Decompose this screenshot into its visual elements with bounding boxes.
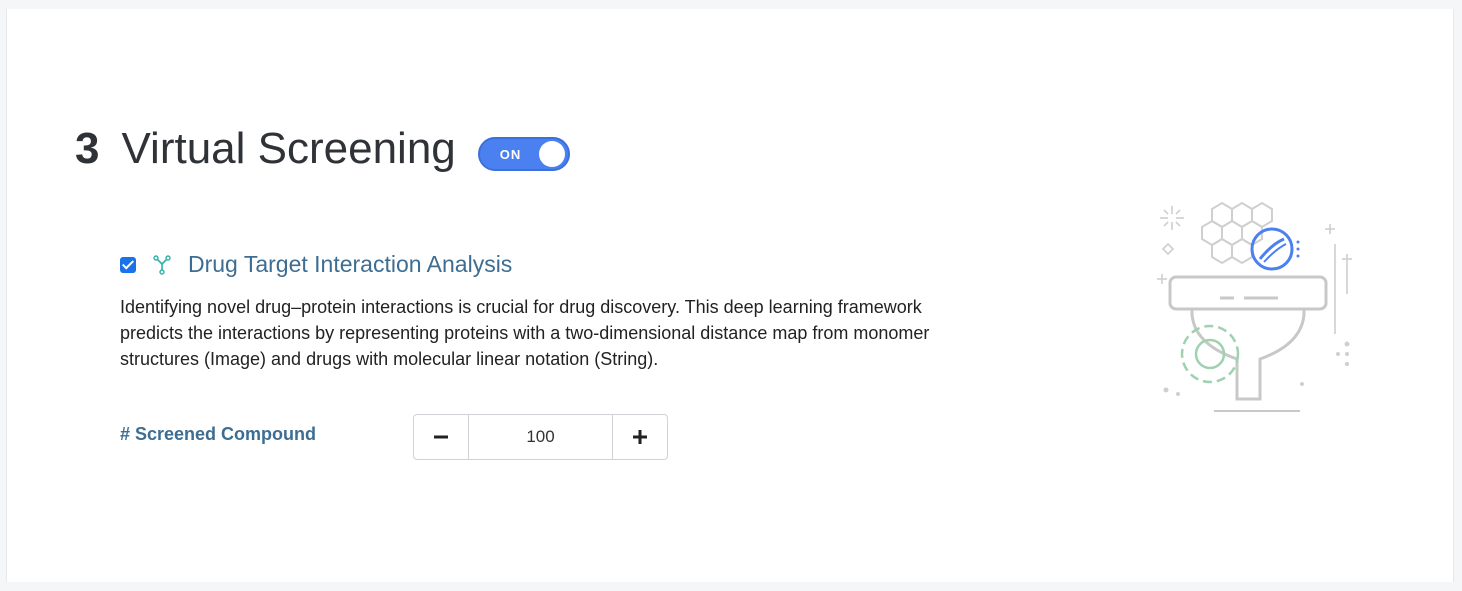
- increment-button[interactable]: [612, 415, 667, 459]
- toggle-knob: [538, 141, 565, 167]
- option-title: Drug Target Interaction Analysis: [188, 251, 513, 277]
- screened-compound-stepper: 100: [413, 414, 668, 460]
- decrement-button[interactable]: [414, 415, 469, 459]
- plus-icon: [633, 430, 647, 444]
- section-header: 3 Virtual Screening ON: [75, 127, 570, 171]
- virtual-screening-card: 3 Virtual Screening ON Drug Target Inter…: [6, 9, 1454, 582]
- molecule-icon: [153, 254, 171, 275]
- section-title: Virtual Screening: [121, 124, 456, 173]
- screened-compound-input[interactable]: 100: [469, 415, 612, 459]
- dti-checkbox[interactable]: [120, 256, 136, 273]
- section-number: 3: [75, 124, 100, 173]
- option-row: Drug Target Interaction Analysis: [120, 251, 512, 278]
- screening-funnel-illustration: [1157, 201, 1352, 412]
- toggle-label: ON: [499, 147, 522, 162]
- minus-icon: [434, 435, 448, 439]
- screened-compound-label: # Screened Compound: [120, 424, 317, 444]
- option-description: Identifying novel drug–protein interacti…: [120, 297, 930, 369]
- screening-toggle[interactable]: ON: [477, 137, 570, 171]
